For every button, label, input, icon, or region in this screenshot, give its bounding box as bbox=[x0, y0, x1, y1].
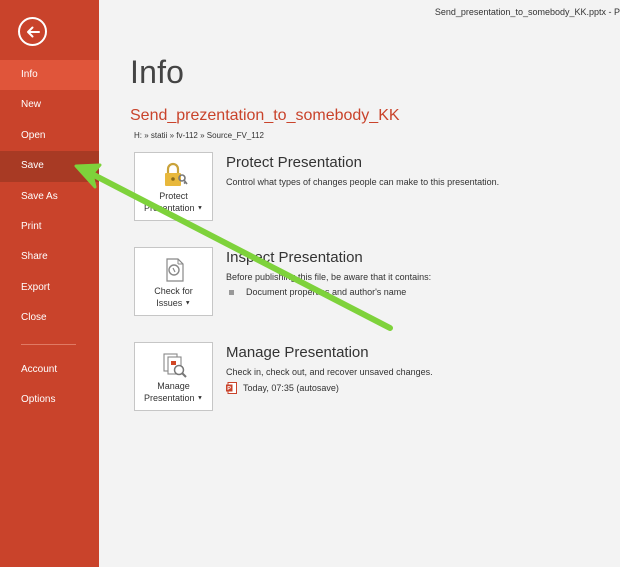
svg-text:P: P bbox=[227, 386, 231, 392]
nav-item-save[interactable]: Save bbox=[0, 151, 99, 182]
nav-item-new[interactable]: New bbox=[0, 90, 99, 120]
nav-item-close[interactable]: Close bbox=[0, 303, 99, 333]
nav-item-save-as[interactable]: Save As bbox=[0, 182, 99, 212]
section-description: Control what types of changes people can… bbox=[226, 177, 500, 187]
bullet-icon bbox=[229, 289, 234, 295]
section-description: Check in, check out, and recover unsaved… bbox=[226, 367, 433, 377]
powerpoint-file-icon: P bbox=[226, 382, 237, 394]
check-for-issues-button[interactable]: Check for Issues ▼ bbox=[134, 247, 213, 316]
backstage-sidebar: Info New Open Save Save As Print Share E… bbox=[0, 0, 99, 567]
nav-item-account[interactable]: Account bbox=[0, 355, 99, 385]
window-title: Send_presentation_to_somebody_KK.pptx - … bbox=[434, 7, 620, 17]
list-item: Document properties and author's name bbox=[229, 287, 406, 297]
back-button[interactable] bbox=[18, 17, 47, 46]
section-title: Inspect Presentation bbox=[226, 249, 363, 266]
nav-item-open[interactable]: Open bbox=[0, 121, 99, 151]
file-path-breadcrumb[interactable]: H: » statii » fv-112 » Source_FV_112 bbox=[134, 131, 264, 140]
info-panel: Send_presentation_to_somebody_KK.pptx - … bbox=[99, 0, 620, 567]
tile-label: Check for Issues ▼ bbox=[154, 286, 193, 308]
autosave-version-link[interactable]: P Today, 07:35 (autosave) bbox=[226, 382, 339, 394]
nav-item-export[interactable]: Export bbox=[0, 273, 99, 303]
nav-item-options[interactable]: Options bbox=[0, 385, 99, 415]
inspect-document-icon bbox=[165, 258, 184, 282]
page-title: Info bbox=[130, 54, 185, 90]
protect-presentation-button[interactable]: Protect Presentation ▼ bbox=[134, 152, 213, 221]
manage-presentation-button[interactable]: Manage Presentation ▼ bbox=[134, 342, 213, 411]
nav-divider bbox=[21, 343, 76, 345]
section-title: Manage Presentation bbox=[226, 344, 369, 361]
lock-key-icon bbox=[164, 162, 188, 186]
section-description: Before publishing this file, be aware th… bbox=[226, 272, 432, 282]
nav-item-info[interactable]: Info bbox=[0, 60, 99, 91]
chevron-down-icon: ▼ bbox=[184, 300, 191, 307]
chevron-down-icon: ▼ bbox=[197, 205, 203, 212]
manage-versions-icon bbox=[162, 353, 187, 378]
nav-item-share[interactable]: Share bbox=[0, 242, 99, 272]
file-name: Send_prezentation_to_somebody_KK bbox=[130, 107, 400, 124]
section-title: Protect Presentation bbox=[226, 154, 362, 171]
tile-label: Protect Presentation ▼ bbox=[143, 191, 203, 213]
back-arrow-icon bbox=[26, 26, 40, 37]
chevron-down-icon: ▼ bbox=[197, 395, 203, 402]
backstage-nav: Info New Open Save Save As Print Share E… bbox=[0, 60, 99, 415]
tile-label: Manage Presentation ▼ bbox=[143, 381, 203, 403]
nav-item-print[interactable]: Print bbox=[0, 212, 99, 242]
